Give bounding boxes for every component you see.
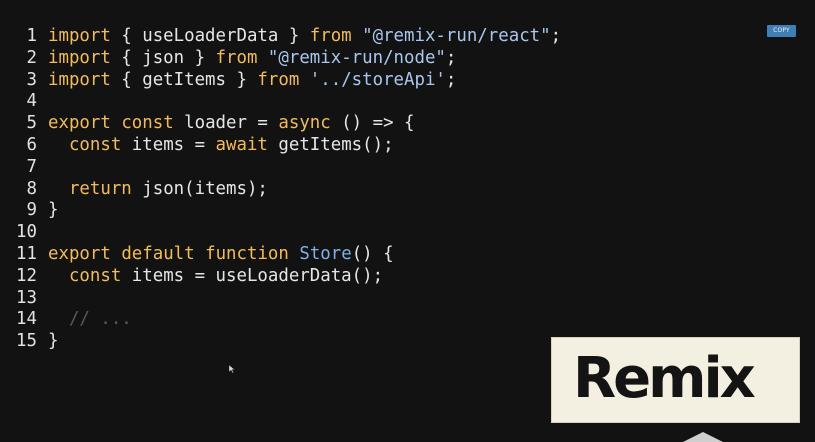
code-token: { useLoaderData } [110, 26, 310, 46]
code-line: 7 [13, 157, 561, 179]
code-token: function [205, 243, 289, 264]
code-token: } [48, 200, 59, 221]
line-number: 10 [16, 222, 37, 243]
code-token: loader = [173, 113, 279, 134]
code-token: ; [445, 69, 457, 90]
code-token: return [68, 178, 132, 199]
line-number: 7 [26, 156, 37, 177]
code-token: { json } [110, 47, 216, 68]
code-line: 14 // ... [13, 309, 561, 331]
code-line: 10 [13, 222, 561, 244]
code-token: await [215, 134, 268, 155]
code-token: const [68, 134, 122, 155]
code-line: 9} [13, 200, 561, 222]
code-token: '../storeApi' [309, 69, 446, 90]
mouse-cursor-icon [229, 365, 235, 373]
line-number: 8 [26, 178, 37, 199]
code-token: from [215, 47, 258, 68]
code-token: const [68, 265, 122, 286]
code-line: 5 export const loader = async () => { [13, 113, 561, 135]
code-token: // ... [68, 309, 132, 330]
code-line: 1 import { useLoaderData } from "@remix-r… [13, 26, 562, 48]
code-token: import [48, 47, 111, 68]
code-token: getItems(); [267, 134, 394, 155]
line-number: 13 [16, 287, 37, 308]
remix-logo: Remix [573, 346, 756, 411]
presentation-slide: COPY 1 import { useLoaderData } from "@re… [0, 0, 815, 442]
line-number: 5 [26, 113, 37, 134]
line-number: 14 [16, 309, 37, 330]
code-token: () { [351, 243, 394, 264]
code-token: default [121, 243, 195, 264]
code-line: 2 import { json } from "@remix-run/node"; [13, 48, 561, 70]
line-number: 3 [26, 69, 37, 90]
line-number: 9 [26, 200, 37, 221]
line-number: 12 [16, 265, 37, 286]
code-line: 6 const items = await getItems(); [13, 135, 561, 157]
code-line: 13 [13, 288, 561, 310]
code-line: 3 import { getItems } from '../storeApi'; [13, 70, 561, 92]
code-token: Store [299, 243, 352, 264]
copy-button[interactable]: COPY [767, 25, 796, 37]
code-token: { getItems } [110, 69, 258, 90]
line-number: 11 [16, 243, 37, 264]
line-number: 1 [26, 26, 37, 46]
code-token: } [48, 331, 59, 352]
code-token: const [121, 113, 174, 134]
code-token: ; [445, 47, 457, 68]
code-token: async [278, 113, 331, 134]
code-token: from [257, 69, 300, 90]
corner-shape [683, 432, 723, 442]
line-number: 2 [26, 47, 37, 68]
line-number: 4 [26, 91, 37, 112]
code-token: items = useLoaderData(); [121, 265, 384, 286]
code-token: ; [550, 26, 562, 46]
code-token: import [48, 69, 111, 90]
code-line: 4 [13, 91, 561, 113]
remix-logo-panel: Remix [551, 337, 800, 423]
line-number: 6 [26, 134, 37, 155]
line-number: 15 [16, 331, 37, 352]
code-token: "@remix-run/react" [362, 26, 551, 46]
code-token: import [48, 26, 111, 46]
code-token: export [48, 113, 111, 134]
code-token: "@remix-run/node" [267, 47, 446, 68]
code-token: from [309, 26, 352, 46]
code-token: () => { [330, 113, 415, 134]
code-token: json(items); [131, 178, 268, 199]
code-line: 15} [13, 331, 561, 353]
code-line: 12 const items = useLoaderData(); [13, 266, 561, 288]
code-token: export [48, 243, 111, 264]
code-line: 8 return json(items); [13, 179, 561, 201]
code-token: items = [121, 134, 216, 155]
code-line: 11 export default function Store() { [13, 244, 561, 266]
code-block: 1 import { useLoaderData } from "@remix-r… [13, 26, 561, 353]
